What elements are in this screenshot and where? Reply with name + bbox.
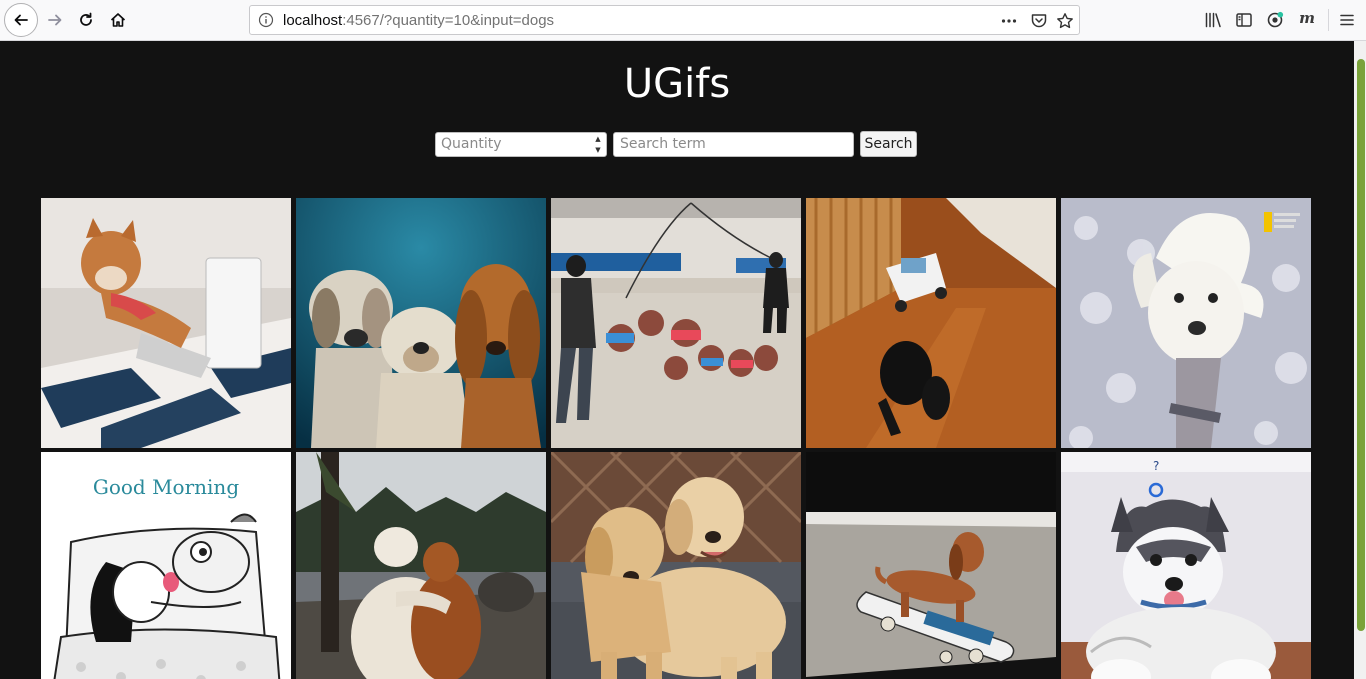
page-viewport: UGifs ▲ ▼ Search — [0, 41, 1354, 679]
back-button[interactable] — [4, 3, 38, 37]
url-bar[interactable]: localhost:4567/?quantity=10&input=dogs — [249, 5, 1080, 35]
gif-dogs-hugging[interactable] — [296, 452, 546, 679]
search-term-input[interactable] — [613, 131, 854, 157]
back-arrow-icon — [14, 14, 28, 26]
gif-dog-toy-car[interactable] — [806, 198, 1056, 448]
page-actions-icon[interactable] — [1000, 12, 1018, 30]
spinner-up-icon[interactable]: ▲ — [593, 135, 603, 143]
url-host: localhost — [283, 11, 343, 29]
bookmark-star-icon[interactable] — [1056, 12, 1074, 30]
gif-shiba-laptop[interactable] — [41, 198, 291, 448]
sidebar-icon[interactable] — [1235, 11, 1253, 29]
vertical-scrollbar[interactable] — [1354, 41, 1366, 679]
library-icon[interactable] — [1204, 11, 1222, 29]
gif-grid: NATIONAL GEOGRAPHIC CHANNEL Good Morning — [41, 198, 1316, 679]
url-text[interactable]: localhost:4567/?quantity=10&input=dogs — [283, 12, 554, 29]
quantity-spinner[interactable]: ▲ ▼ — [593, 135, 603, 154]
gif-windy-dog[interactable]: NATIONAL GEOGRAPHIC CHANNEL — [1061, 198, 1311, 448]
home-icon — [110, 13, 126, 27]
gif-three-dogs[interactable] — [296, 198, 546, 448]
spinner-down-icon[interactable]: ▼ — [593, 146, 603, 154]
question-mark-text: ? — [1153, 459, 1159, 473]
gif-jump-rope[interactable] — [551, 198, 801, 448]
extension-m-icon[interactable]: m — [1298, 9, 1316, 27]
forward-arrow-icon — [48, 14, 62, 26]
browser-toolbar: localhost:4567/?quantity=10&input=dogs m — [0, 0, 1366, 41]
site-info-icon[interactable] — [258, 12, 274, 28]
hamburger-menu-icon[interactable] — [1338, 11, 1356, 29]
good-morning-text: Good Morning — [93, 475, 239, 499]
search-button[interactable]: Search — [860, 131, 917, 157]
scrollbar-thumb[interactable] — [1357, 59, 1365, 631]
toolbar-separator — [1328, 9, 1329, 31]
gif-golden-retrievers[interactable] — [551, 452, 801, 679]
reload-icon — [80, 12, 92, 26]
account-icon[interactable] — [1266, 11, 1284, 29]
search-form: ▲ ▼ Search — [435, 131, 917, 157]
reload-button[interactable] — [71, 5, 101, 35]
gif-good-morning[interactable]: Good Morning — [41, 452, 291, 679]
page-title: UGifs — [623, 61, 731, 107]
home-button[interactable] — [103, 5, 133, 35]
gif-husky-puppy[interactable]: ? — [1061, 452, 1311, 679]
pocket-icon[interactable] — [1030, 12, 1048, 30]
quantity-field: ▲ ▼ — [435, 131, 607, 157]
forward-button[interactable] — [40, 5, 70, 35]
gif-dachshund-skateboard[interactable] — [806, 452, 1056, 679]
url-path: :4567/?quantity=10&input=dogs — [342, 11, 555, 29]
quantity-input[interactable] — [435, 131, 607, 157]
